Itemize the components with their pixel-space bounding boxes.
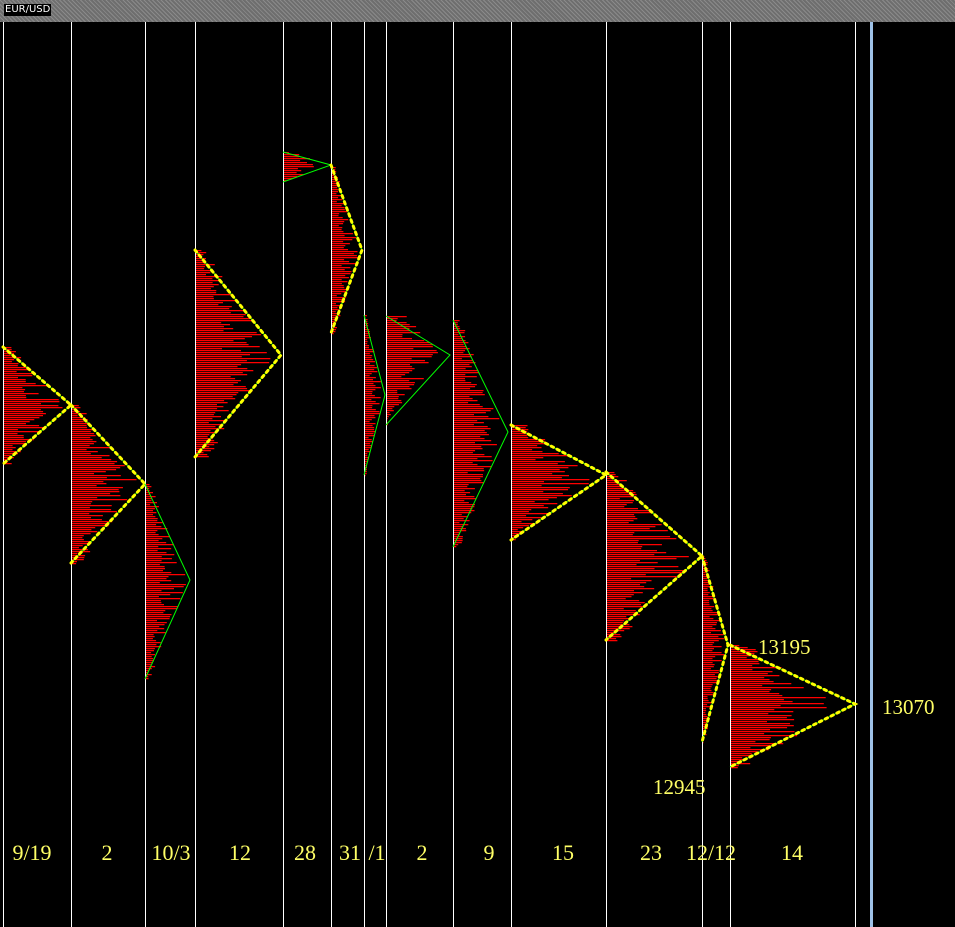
axis-labels: 9/19 2 10/3 12 28 31/1 2 9 15 23 12/12 14 13195 13070… (12, 635, 934, 865)
date-label: 28 (294, 840, 316, 865)
trend-lines (2, 151, 857, 768)
dotted-boundaries (1, 163, 859, 769)
profile-histogram (2, 347, 63, 465)
price-label: 12945 (653, 775, 706, 799)
date-label: 10/3 (151, 840, 190, 865)
date-label: 31 (339, 840, 361, 865)
profile-histogram (702, 556, 725, 744)
price-label: 13195 (758, 635, 811, 659)
profile-histogram (331, 165, 358, 335)
profile-histogram (283, 152, 314, 184)
price-label: 13070 (882, 695, 935, 719)
profile-histogram (606, 472, 689, 642)
profile-histogram (145, 484, 186, 680)
profile-histogram (194, 250, 271, 458)
date-label: 2 (417, 840, 428, 865)
date-label: 9/19 (12, 840, 51, 865)
date-label: 15 (552, 840, 574, 865)
profile-histogram (510, 425, 590, 541)
date-label: /1 (368, 840, 385, 865)
profile-histogram (364, 315, 381, 477)
date-label: 14 (781, 840, 803, 865)
date-label: 2 (102, 840, 113, 865)
profile-histogram (453, 320, 500, 548)
profile-histogram (71, 405, 137, 565)
date-label: 12/12 (686, 840, 736, 865)
profile-histograms (2, 152, 827, 769)
date-label: 12 (229, 840, 251, 865)
date-label: 23 (640, 840, 662, 865)
profile-histogram (730, 645, 827, 769)
market-profile-chart[interactable]: 9/19 2 10/3 12 28 31/1 2 9 15 23 12/12 14 13195 13070… (0, 0, 955, 927)
period-separators (3, 22, 873, 927)
date-label: 9 (484, 840, 495, 865)
